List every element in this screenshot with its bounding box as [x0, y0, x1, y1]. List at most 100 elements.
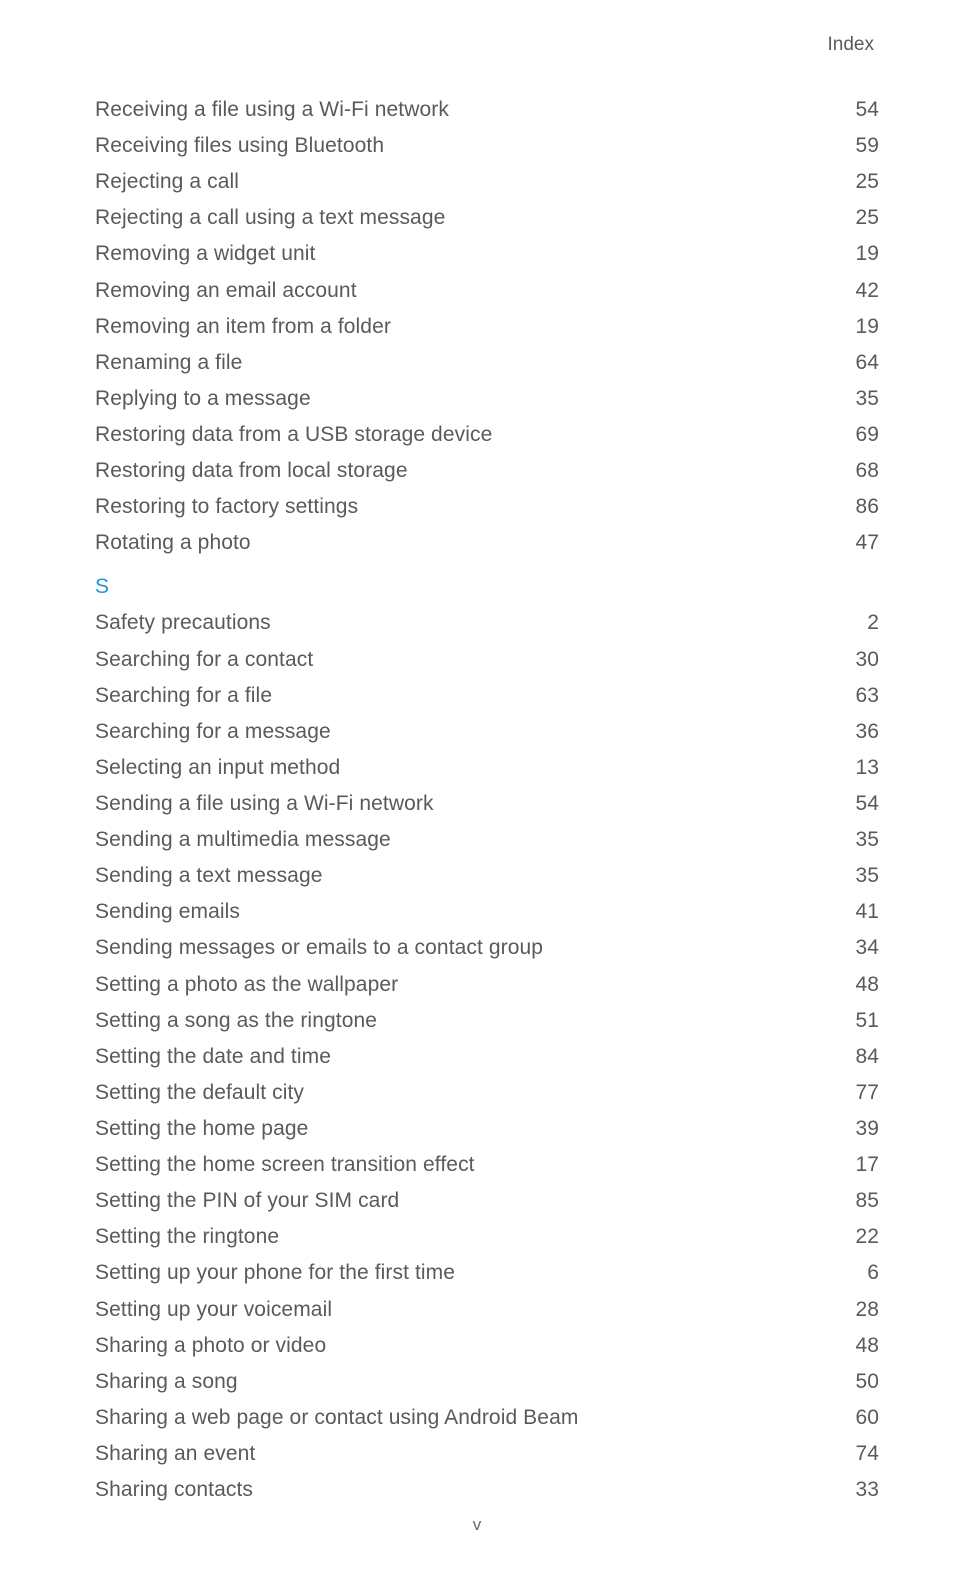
index-entry[interactable]: Safety precautions2: [95, 605, 879, 641]
index-entry-page: 36: [839, 714, 879, 750]
index-entry-label: Rotating a photo: [95, 525, 839, 561]
index-entry[interactable]: Setting the home page39: [95, 1111, 879, 1147]
index-entry[interactable]: Setting up your voicemail28: [95, 1292, 879, 1328]
index-entry-label: Sharing an event: [95, 1436, 839, 1472]
index-entry[interactable]: Sending a file using a Wi-Fi network54: [95, 786, 879, 822]
index-entry-label: Safety precautions: [95, 605, 839, 641]
index-entry[interactable]: Rejecting a call using a text message25: [95, 200, 879, 236]
index-entry-label: Receiving a file using a Wi-Fi network: [95, 92, 839, 128]
index-entry-label: Selecting an input method: [95, 750, 839, 786]
index-entry-label: Setting up your phone for the first time: [95, 1255, 839, 1291]
index-entry[interactable]: Searching for a file63: [95, 678, 879, 714]
index-entry-label: Sending a text message: [95, 858, 839, 894]
index-entry[interactable]: Receiving files using Bluetooth59: [95, 128, 879, 164]
index-entry[interactable]: Setting the date and time84: [95, 1039, 879, 1075]
index-entry-label: Sending emails: [95, 894, 839, 930]
index-entry-label: Restoring to factory settings: [95, 489, 839, 525]
index-entry-label: Removing a widget unit: [95, 236, 839, 272]
index-entry[interactable]: Renaming a file64: [95, 345, 879, 381]
index-entry-label: Removing an item from a folder: [95, 309, 839, 345]
index-entry[interactable]: Removing an item from a folder19: [95, 309, 879, 345]
index-entry[interactable]: Restoring data from local storage68: [95, 453, 879, 489]
index-entry[interactable]: Searching for a message36: [95, 714, 879, 750]
index-entry-label: Rejecting a call using a text message: [95, 200, 839, 236]
index-entry-label: Setting the home page: [95, 1111, 839, 1147]
index-entry-page: 35: [839, 858, 879, 894]
index-entry[interactable]: Replying to a message35: [95, 381, 879, 417]
index-entry-page: 33: [839, 1472, 879, 1508]
index-entry-label: Setting a photo as the wallpaper: [95, 967, 839, 1003]
index-entry[interactable]: Sending a multimedia message35: [95, 822, 879, 858]
index-entry-label: Setting the default city: [95, 1075, 839, 1111]
index-entry[interactable]: Setting the PIN of your SIM card85: [95, 1183, 879, 1219]
page-content: Index Receiving a file using a Wi-Fi net…: [0, 0, 954, 1508]
index-entry-page: 85: [839, 1183, 879, 1219]
index-entry[interactable]: Sharing an event74: [95, 1436, 879, 1472]
index-entry[interactable]: Removing a widget unit19: [95, 236, 879, 272]
index-entry[interactable]: Setting the ringtone22: [95, 1219, 879, 1255]
index-entry[interactable]: Sharing a web page or contact using Andr…: [95, 1400, 879, 1436]
index-entry-label: Restoring data from local storage: [95, 453, 839, 489]
index-entry-page: 50: [839, 1364, 879, 1400]
index-entry[interactable]: Setting a song as the ringtone51: [95, 1003, 879, 1039]
index-entry-label: Sending a file using a Wi-Fi network: [95, 786, 839, 822]
index-entry-page: 39: [839, 1111, 879, 1147]
index-entry-page: 59: [839, 128, 879, 164]
index-entry-page: 69: [839, 417, 879, 453]
index-entry[interactable]: Sharing a song50: [95, 1364, 879, 1400]
index-entry[interactable]: Sending messages or emails to a contact …: [95, 930, 879, 966]
index-entry-page: 25: [839, 164, 879, 200]
index-entry-page: 86: [839, 489, 879, 525]
index-entry-page: 17: [839, 1147, 879, 1183]
index-entry-page: 22: [839, 1219, 879, 1255]
index-entry-page: 35: [839, 381, 879, 417]
index-entry-page: 60: [839, 1400, 879, 1436]
index-entry[interactable]: Sending emails41: [95, 894, 879, 930]
index-entry-label: Replying to a message: [95, 381, 839, 417]
index-entry-page: 68: [839, 453, 879, 489]
index-entry-label: Searching for a contact: [95, 642, 839, 678]
index-entry[interactable]: Restoring data from a USB storage device…: [95, 417, 879, 453]
index-entry-label: Sharing a song: [95, 1364, 839, 1400]
index-entry[interactable]: Rotating a photo47: [95, 525, 879, 561]
index-entry[interactable]: Rejecting a call25: [95, 164, 879, 200]
index-entry-page: 28: [839, 1292, 879, 1328]
index-entry-label: Sharing a web page or contact using Andr…: [95, 1400, 839, 1436]
index-entry-page: 2: [839, 605, 879, 641]
index-entry[interactable]: Restoring to factory settings86: [95, 489, 879, 525]
index-entry-page: 48: [839, 967, 879, 1003]
index-entry[interactable]: Selecting an input method13: [95, 750, 879, 786]
index-entry[interactable]: Setting the home screen transition effec…: [95, 1147, 879, 1183]
index-entry-label: Sending messages or emails to a contact …: [95, 930, 839, 966]
index-entry[interactable]: Setting up your phone for the first time…: [95, 1255, 879, 1291]
index-entry[interactable]: Setting a photo as the wallpaper48: [95, 967, 879, 1003]
index-entry-label: Sending a multimedia message: [95, 822, 839, 858]
index-entry-label: Setting the date and time: [95, 1039, 839, 1075]
index-entry-page: 19: [839, 236, 879, 272]
index-entry-page: 74: [839, 1436, 879, 1472]
index-entry[interactable]: Receiving a file using a Wi-Fi network54: [95, 92, 879, 128]
index-entry-label: Setting the ringtone: [95, 1219, 839, 1255]
index-entry[interactable]: Setting the default city77: [95, 1075, 879, 1111]
index-entry-page: 30: [839, 642, 879, 678]
index-entry[interactable]: Sharing a photo or video48: [95, 1328, 879, 1364]
index-sections: Receiving a file using a Wi-Fi network54…: [95, 92, 879, 1508]
index-entry-page: 77: [839, 1075, 879, 1111]
section-letter: S: [95, 575, 879, 599]
index-entry-label: Renaming a file: [95, 345, 839, 381]
index-entry-page: 13: [839, 750, 879, 786]
index-entry-page: 42: [839, 273, 879, 309]
index-entry-page: 47: [839, 525, 879, 561]
index-entry-page: 63: [839, 678, 879, 714]
index-entry-label: Receiving files using Bluetooth: [95, 128, 839, 164]
index-entry[interactable]: Sharing contacts33: [95, 1472, 879, 1508]
index-entry-label: Rejecting a call: [95, 164, 839, 200]
index-entry-page: 25: [839, 200, 879, 236]
index-entry[interactable]: Searching for a contact30: [95, 642, 879, 678]
index-entry[interactable]: Sending a text message35: [95, 858, 879, 894]
page-number-footer: v: [0, 1515, 954, 1535]
index-entry[interactable]: Removing an email account42: [95, 273, 879, 309]
index-entry-label: Setting the home screen transition effec…: [95, 1147, 839, 1183]
index-entry-label: Setting the PIN of your SIM card: [95, 1183, 839, 1219]
index-entry-page: 64: [839, 345, 879, 381]
